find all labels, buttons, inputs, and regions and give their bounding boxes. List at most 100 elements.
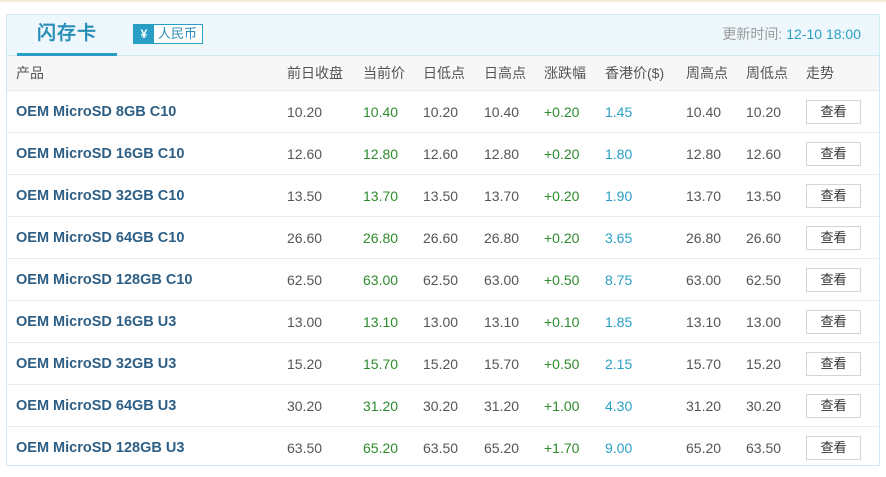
col-header-hk-price: 香港价($) bbox=[605, 56, 686, 91]
week-low-value: 15.20 bbox=[746, 342, 806, 385]
day-low-value: 30.20 bbox=[423, 384, 484, 427]
week-low-value: 13.50 bbox=[746, 174, 806, 217]
week-high-value: 31.20 bbox=[686, 384, 746, 427]
yuan-icon: ¥ bbox=[134, 25, 154, 43]
trend-cell: 查看 bbox=[806, 427, 879, 469]
change-value: +0.50 bbox=[544, 258, 605, 301]
day-high-value: 65.20 bbox=[484, 439, 520, 456]
view-trend-button[interactable]: 查看 bbox=[806, 435, 861, 460]
day-low-value: 13.00 bbox=[423, 300, 484, 343]
col-header-product: 产品 bbox=[7, 56, 287, 91]
col-header-day-high: 日高点 bbox=[484, 56, 544, 91]
week-low-value: 26.60 bbox=[746, 216, 806, 259]
table-row: OEM MicroSD 16GB C10 12.60 12.80 12.60 1… bbox=[7, 132, 879, 175]
week-high-value: 10.40 bbox=[686, 90, 746, 133]
table-row: OEM MicroSD 8GB C10 10.20 10.40 10.20 10… bbox=[7, 90, 879, 133]
price-table: 产品 前日收盘 当前价 日低点 日高点 涨跌幅 香港价($) 周高点 周低点 走… bbox=[7, 56, 879, 468]
change-value: +0.20 bbox=[544, 132, 605, 175]
current-price-value: 65.20 bbox=[363, 439, 399, 456]
change-value: +0.20 bbox=[544, 174, 605, 217]
week-high-value: 63.00 bbox=[686, 258, 746, 301]
update-time-label: 更新时间: bbox=[722, 26, 783, 42]
product-name[interactable]: OEM MicroSD 128GB U3 bbox=[7, 427, 287, 469]
view-trend-button[interactable]: 查看 bbox=[806, 309, 861, 334]
col-header-change: 涨跌幅 bbox=[544, 56, 605, 91]
day-high-value: 12.80 bbox=[484, 132, 544, 175]
top-divider bbox=[0, 0, 886, 2]
current-price-value: 12.80 bbox=[363, 132, 423, 175]
prev-close-value: 15.20 bbox=[287, 342, 363, 385]
prev-close-value: 62.50 bbox=[287, 258, 363, 301]
product-name[interactable]: OEM MicroSD 8GB C10 bbox=[7, 90, 287, 133]
day-high-value: 26.80 bbox=[484, 216, 544, 259]
prev-close-value: 63.50 bbox=[287, 439, 323, 456]
product-name[interactable]: OEM MicroSD 64GB U3 bbox=[7, 384, 287, 427]
view-trend-button[interactable]: 查看 bbox=[806, 267, 861, 292]
prev-close-value: 12.60 bbox=[287, 132, 363, 175]
change-value: +0.20 bbox=[544, 216, 605, 259]
prev-close-value: 10.20 bbox=[287, 90, 363, 133]
col-header-week-low: 周低点 bbox=[746, 56, 806, 91]
product-name[interactable]: OEM MicroSD 32GB U3 bbox=[7, 342, 287, 385]
week-low-value: 63.50 bbox=[746, 439, 782, 456]
table-row: OEM MicroSD 128GB C10 62.50 63.00 62.50 … bbox=[7, 258, 879, 301]
day-high-value: 63.00 bbox=[484, 258, 544, 301]
trend-cell: 查看 bbox=[806, 90, 879, 133]
table-row: OEM MicroSD 32GB U3 15.20 15.70 15.20 15… bbox=[7, 342, 879, 385]
week-low-value: 13.00 bbox=[746, 300, 806, 343]
view-trend-button[interactable]: 查看 bbox=[806, 225, 861, 250]
change-value: +0.10 bbox=[544, 300, 605, 343]
trend-cell: 查看 bbox=[806, 384, 879, 427]
current-price-value: 63.00 bbox=[363, 258, 423, 301]
day-high-value: 13.10 bbox=[484, 300, 544, 343]
view-trend-button[interactable]: 查看 bbox=[806, 141, 861, 166]
change-value: +1.70 bbox=[544, 439, 580, 456]
col-header-day-low: 日低点 bbox=[423, 56, 484, 91]
product-name[interactable]: OEM MicroSD 16GB U3 bbox=[7, 300, 287, 343]
price-panel: 闪存卡 ¥ 人民币 更新时间:12-10 18:00 产品 前日收盘 当前价 bbox=[6, 14, 880, 466]
day-low-value: 26.60 bbox=[423, 216, 484, 259]
hk-price-value: 2.15 bbox=[605, 342, 686, 385]
trend-cell: 查看 bbox=[806, 258, 879, 301]
col-header-trend: 走势 bbox=[806, 56, 879, 91]
hk-price-value: 9.00 bbox=[605, 439, 633, 456]
hk-price-value: 1.80 bbox=[605, 132, 686, 175]
day-low-value: 15.20 bbox=[423, 342, 484, 385]
table-row: OEM MicroSD 128GB U3 63.50 65.20 63.50 6… bbox=[7, 427, 879, 469]
view-trend-button[interactable]: 查看 bbox=[806, 351, 861, 376]
week-low-value: 62.50 bbox=[746, 258, 806, 301]
currency-toggle[interactable]: ¥ 人民币 bbox=[133, 24, 204, 44]
week-high-value: 13.10 bbox=[686, 300, 746, 343]
day-low-value: 63.50 bbox=[423, 439, 459, 456]
product-name[interactable]: OEM MicroSD 128GB C10 bbox=[7, 258, 287, 301]
table-row: OEM MicroSD 32GB C10 13.50 13.70 13.50 1… bbox=[7, 174, 879, 217]
hk-price-value: 1.45 bbox=[605, 90, 686, 133]
week-high-value: 13.70 bbox=[686, 174, 746, 217]
trend-cell: 查看 bbox=[806, 216, 879, 259]
day-high-value: 15.70 bbox=[484, 342, 544, 385]
day-low-value: 13.50 bbox=[423, 174, 484, 217]
view-trend-button[interactable]: 查看 bbox=[806, 393, 861, 418]
week-low-value: 10.20 bbox=[746, 90, 806, 133]
current-price-value: 31.20 bbox=[363, 384, 423, 427]
week-high-value: 12.80 bbox=[686, 132, 746, 175]
week-high-value: 15.70 bbox=[686, 342, 746, 385]
trend-cell: 查看 bbox=[806, 174, 879, 217]
hk-price-value: 1.85 bbox=[605, 300, 686, 343]
hk-price-value: 4.30 bbox=[605, 384, 686, 427]
day-high-value: 10.40 bbox=[484, 90, 544, 133]
col-header-week-high: 周高点 bbox=[686, 56, 746, 91]
day-high-value: 13.70 bbox=[484, 174, 544, 217]
day-low-value: 12.60 bbox=[423, 132, 484, 175]
day-low-value: 10.20 bbox=[423, 90, 484, 133]
product-name[interactable]: OEM MicroSD 64GB C10 bbox=[7, 216, 287, 259]
currency-label: 人民币 bbox=[158, 26, 198, 41]
view-trend-button[interactable]: 查看 bbox=[806, 183, 861, 208]
product-name[interactable]: OEM MicroSD 16GB C10 bbox=[7, 132, 287, 175]
panel-header: 闪存卡 ¥ 人民币 更新时间: 12-10 18:00 bbox=[7, 15, 879, 56]
view-trend-button[interactable]: 查看 bbox=[806, 99, 861, 124]
current-price-value: 10.40 bbox=[363, 90, 423, 133]
product-name[interactable]: OEM MicroSD 32GB C10 bbox=[7, 174, 287, 217]
tab-flash-card[interactable]: 闪存卡 bbox=[17, 15, 117, 56]
trend-cell: 查看 bbox=[806, 342, 879, 385]
